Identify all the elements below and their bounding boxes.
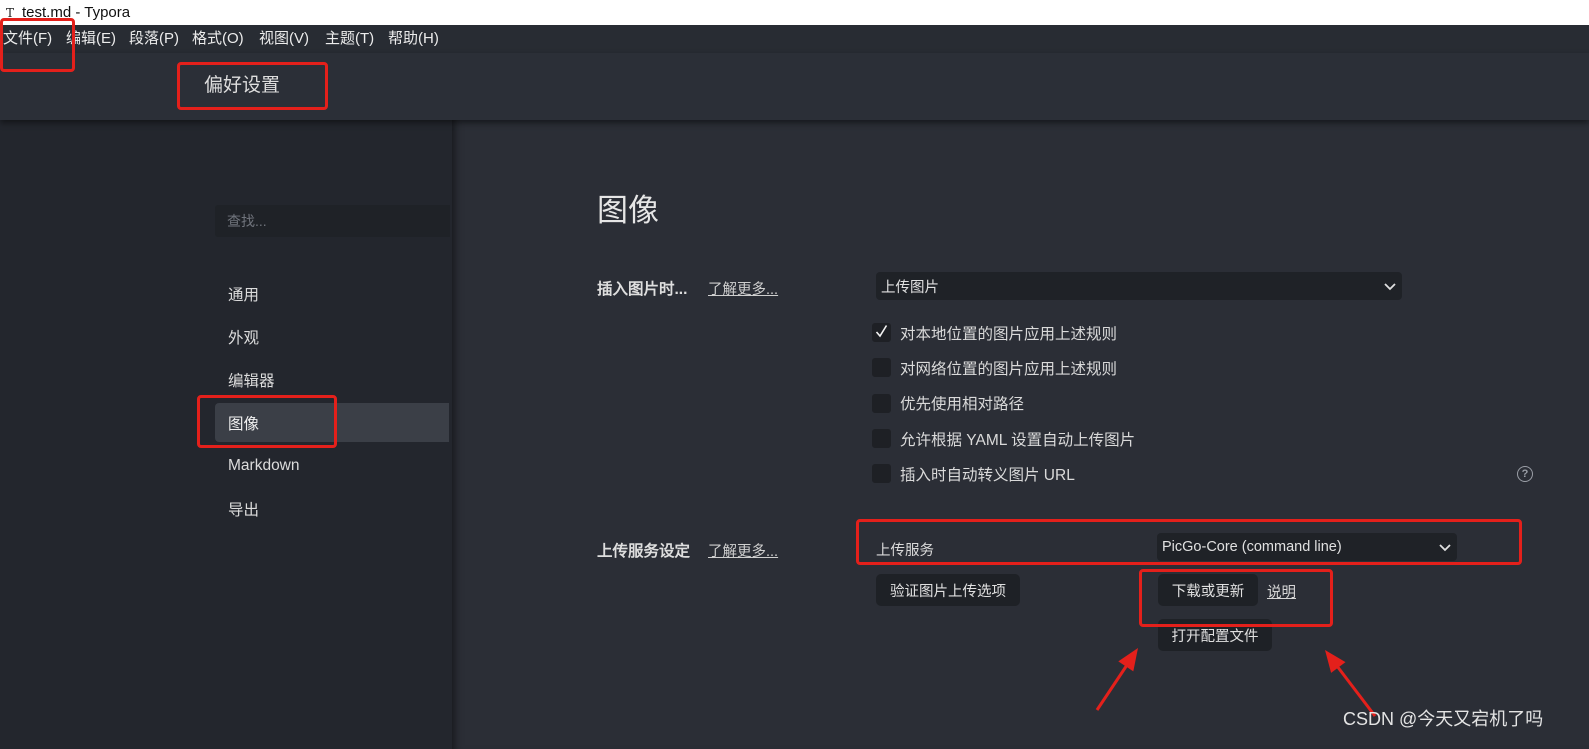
window-title: test.md - Typora bbox=[22, 4, 131, 21]
search-input[interactable] bbox=[215, 205, 450, 237]
checkbox-label: 对网络位置的图片应用上述规则 bbox=[900, 360, 1118, 378]
title-bar: T test.md - Typora bbox=[0, 0, 1589, 25]
check-icon bbox=[875, 325, 888, 338]
sidebar-item-image[interactable]: 图像 bbox=[215, 403, 449, 442]
upload-service-select-value: PicGo-Core (command line) bbox=[1162, 539, 1342, 555]
checkbox-label: 插入时自动转义图片 URL bbox=[900, 466, 1075, 484]
menu-bar: 文件(F) 编辑(E) 段落(P) 格式(O) 视图(V) 主题(T) 帮助(H… bbox=[0, 25, 1589, 53]
sidebar-nav: 通用 外观 编辑器 图像 Markdown 导出 bbox=[215, 274, 449, 528]
chevron-down-icon bbox=[1384, 283, 1396, 291]
sidebar-item-markdown[interactable]: Markdown bbox=[215, 446, 449, 485]
menu-edit[interactable]: 编辑(E) bbox=[66, 30, 116, 48]
menu-format[interactable]: 格式(O) bbox=[192, 30, 244, 48]
chevron-down-icon bbox=[1439, 544, 1451, 552]
insert-learn-more-link[interactable]: 了解更多... bbox=[708, 278, 778, 299]
verify-upload-button[interactable]: 验证图片上传选项 bbox=[876, 574, 1020, 606]
checkbox-label: 对本地位置的图片应用上述规则 bbox=[900, 325, 1118, 343]
typora-window: T test.md - Typora 文件(F) 编辑(E) 段落(P) 格式(… bbox=[0, 0, 1589, 749]
insert-image-select[interactable]: 上传图片 bbox=[876, 272, 1402, 300]
upload-learn-more-link[interactable]: 了解更多... bbox=[708, 540, 778, 561]
checkbox-row-yaml-upload[interactable]: 允许根据 YAML 设置自动上传图片 bbox=[872, 421, 1572, 456]
upload-service-select[interactable]: PicGo-Core (command line) bbox=[1157, 533, 1457, 561]
sidebar-item-appearance[interactable]: 外观 bbox=[215, 317, 449, 356]
sidebar-item-editor[interactable]: 编辑器 bbox=[215, 360, 449, 399]
help-icon[interactable]: ? bbox=[1517, 466, 1533, 482]
checkbox-label: 优先使用相对路径 bbox=[900, 396, 1025, 414]
checkbox-row-relative-path[interactable]: 优先使用相对路径 bbox=[872, 386, 1572, 421]
checkbox[interactable] bbox=[872, 429, 891, 449]
checkbox-row-local[interactable]: 对本地位置的图片应用上述规则 bbox=[872, 315, 1572, 350]
watermark: CSDN @今天又宕机了吗 bbox=[1343, 709, 1544, 729]
menu-theme[interactable]: 主题(T) bbox=[325, 30, 374, 48]
checkbox-row-escape-url[interactable]: 插入时自动转义图片 URL bbox=[872, 456, 1572, 491]
checkbox[interactable] bbox=[872, 464, 891, 484]
checkbox[interactable] bbox=[872, 323, 891, 343]
menu-help[interactable]: 帮助(H) bbox=[388, 30, 439, 48]
menu-paragraph[interactable]: 段落(P) bbox=[129, 30, 179, 48]
download-update-button[interactable]: 下载或更新 bbox=[1158, 574, 1258, 606]
checkbox[interactable] bbox=[872, 393, 891, 413]
page-title: 图像 bbox=[597, 193, 659, 228]
insert-image-select-value: 上传图片 bbox=[881, 279, 939, 296]
typora-app-icon: T bbox=[5, 5, 14, 20]
upload-service-label: 上传服务 bbox=[876, 543, 934, 559]
preferences-header: 偏好设置 bbox=[0, 53, 1589, 120]
preferences-sidebar: 通用 外观 编辑器 图像 Markdown 导出 bbox=[0, 120, 452, 749]
insert-image-label: 插入图片时... bbox=[597, 281, 688, 298]
preferences-title: 偏好设置 bbox=[204, 75, 281, 96]
menu-view[interactable]: 视图(V) bbox=[259, 30, 309, 48]
upload-service-settings-label: 上传服务设定 bbox=[597, 543, 691, 560]
sidebar-item-general[interactable]: 通用 bbox=[215, 274, 449, 313]
checkbox-label: 允许根据 YAML 设置自动上传图片 bbox=[900, 431, 1136, 449]
sidebar-item-export[interactable]: 导出 bbox=[215, 489, 449, 528]
menu-file[interactable]: 文件(F) bbox=[3, 30, 52, 48]
checkbox-row-network[interactable]: 对网络位置的图片应用上述规则 bbox=[872, 350, 1572, 385]
open-config-button[interactable]: 打开配置文件 bbox=[1158, 619, 1272, 651]
docs-link[interactable]: 说明 bbox=[1267, 581, 1296, 602]
image-settings-panel: 图像 插入图片时... 了解更多... 上传图片 对本地位置的图片应用上述规则 … bbox=[452, 120, 1589, 749]
image-options-list: 对本地位置的图片应用上述规则 对网络位置的图片应用上述规则 优先使用相对路径 允… bbox=[872, 315, 1572, 491]
checkbox[interactable] bbox=[872, 358, 891, 378]
